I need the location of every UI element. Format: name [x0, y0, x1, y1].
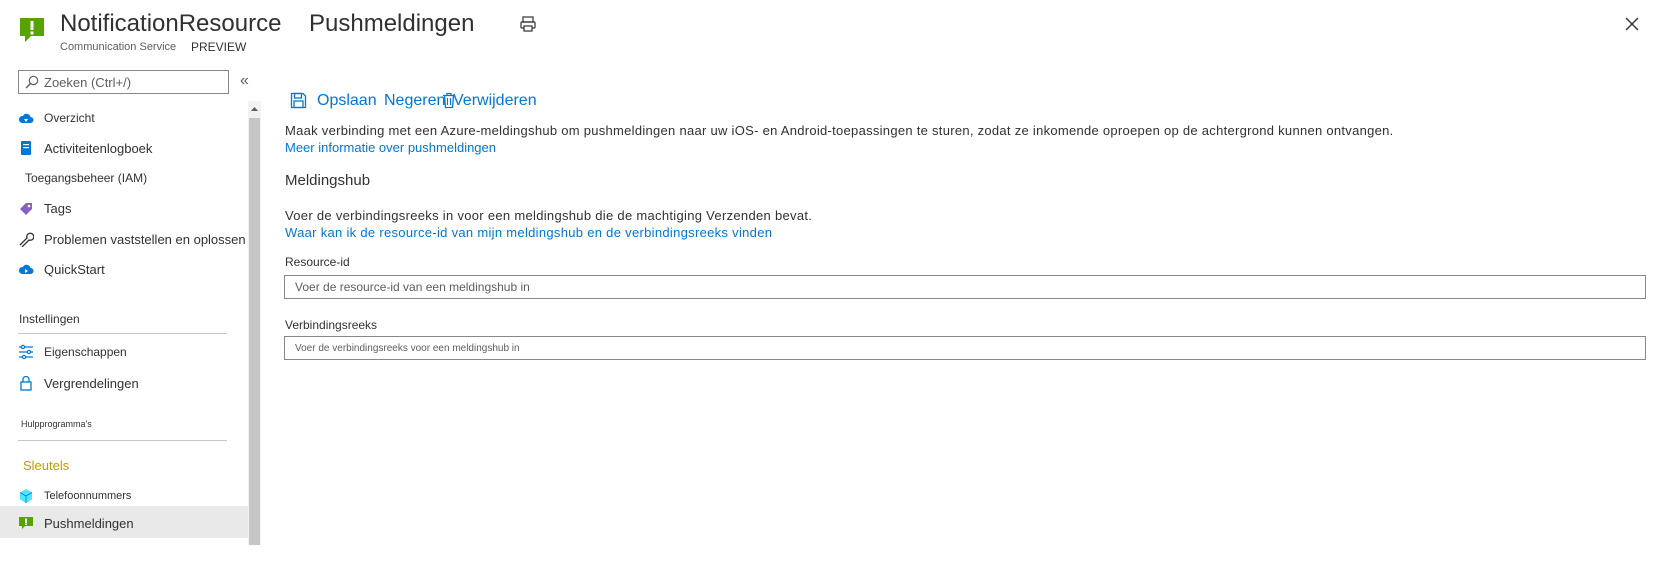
push-notification-resource-icon [20, 18, 44, 42]
sidebar-item-keys[interactable]: Sleutels [0, 450, 248, 480]
sidebar-item-label: Pushmeldingen [44, 516, 134, 531]
save-icon [290, 92, 307, 109]
sidebar-item-label: Problemen vaststellen en oplossen [44, 232, 246, 247]
sidebar-item-locks[interactable]: Vergrendelingen [0, 368, 248, 398]
quickstart-cloud-icon [18, 264, 34, 274]
lock-icon [20, 375, 32, 391]
sidebar-item-label: Activiteitenlogboek [44, 141, 153, 156]
discard-label: Negeren [384, 92, 446, 109]
connection-string-input[interactable] [285, 337, 1645, 359]
sidebar-item-push-notifications[interactable]: Pushmeldingen [0, 506, 248, 538]
tag-icon [20, 203, 32, 215]
resource-id-field[interactable] [284, 275, 1646, 299]
save-label: Opslaan [317, 92, 377, 109]
sidebar-item-overview[interactable]: Overzicht [0, 103, 248, 133]
scrollbar-thumb[interactable] [249, 118, 260, 545]
sidebar-item-label: QuickStart [44, 262, 105, 277]
sidebar-item-label: Eigenschappen [44, 345, 127, 359]
section-heading: Meldingshub [285, 172, 371, 189]
print-icon[interactable] [518, 14, 538, 34]
resource-id-label: Resource-id [285, 255, 350, 269]
overview-cloud-icon [18, 113, 34, 123]
sidebar-scrollbar[interactable] [248, 101, 261, 545]
scroll-up-arrow-icon[interactable] [248, 101, 261, 117]
resource-type: Communication Service [60, 41, 177, 53]
phone-numbers-icon [19, 489, 33, 503]
instruction-text: Voer de verbindingsreeks in voor een mel… [285, 208, 813, 223]
divider [18, 333, 227, 334]
page-title: Pushmeldingen [309, 10, 475, 37]
push-notification-icon [19, 517, 33, 529]
divider [18, 440, 227, 441]
sidebar-item-quickstart[interactable]: QuickStart [0, 254, 248, 284]
resource-name: NotificationResource [60, 10, 282, 37]
sidebar-item-label: Sleutels [23, 458, 70, 473]
save-button[interactable]: Opslaan [290, 88, 377, 114]
delete-button[interactable]: Verwijderen [441, 88, 561, 114]
sidebar-item-diagnose[interactable]: Problemen vaststellen en oplossen [0, 224, 248, 254]
activity-log-icon [21, 141, 31, 155]
description-text: Maak verbinding met een Azure-meldingshu… [285, 123, 1394, 138]
collapse-sidebar-button[interactable]: « [240, 71, 256, 91]
preview-badge: PREVIEW [191, 40, 247, 54]
search-icon [25, 75, 39, 89]
connection-string-field[interactable] [284, 336, 1646, 360]
sidebar-item-tags[interactable]: Tags [0, 194, 248, 224]
sidebar-search[interactable] [18, 70, 229, 94]
section-tools: Hulpprogramma's [21, 419, 92, 429]
sidebar-item-label: Telefoonnummers [44, 490, 132, 502]
blade-header: NotificationResource Communication Servi… [0, 0, 1661, 60]
help-link[interactable]: Waar kan ik de resource-id van mijn meld… [285, 225, 772, 240]
sidebar-item-label: Toegangsbeheer (IAM) [25, 171, 148, 185]
sidebar-item-label: Overzicht [44, 111, 95, 125]
sidebar-item-iam[interactable]: Toegangsbeheer (IAM) [0, 163, 248, 193]
resource-id-input[interactable] [285, 276, 1645, 298]
sidebar-item-label: Tags [44, 201, 72, 216]
sidebar-item-label: Vergrendelingen [44, 376, 139, 391]
connection-string-label: Verbindingsreeks [285, 318, 378, 332]
sidebar-item-activity-log[interactable]: Activiteitenlogboek [0, 133, 248, 163]
discard-button[interactable]: Negeren [384, 88, 449, 114]
wrench-icon [19, 232, 34, 247]
properties-icon [19, 344, 33, 360]
close-icon[interactable] [1621, 13, 1643, 35]
more-info-link[interactable]: Meer informatie over pushmeldingen [285, 140, 496, 155]
section-settings: Instellingen [19, 312, 80, 326]
search-input[interactable] [44, 72, 224, 92]
delete-label: Verwijderen [453, 92, 537, 109]
sidebar-item-properties[interactable]: Eigenschappen [0, 337, 248, 367]
